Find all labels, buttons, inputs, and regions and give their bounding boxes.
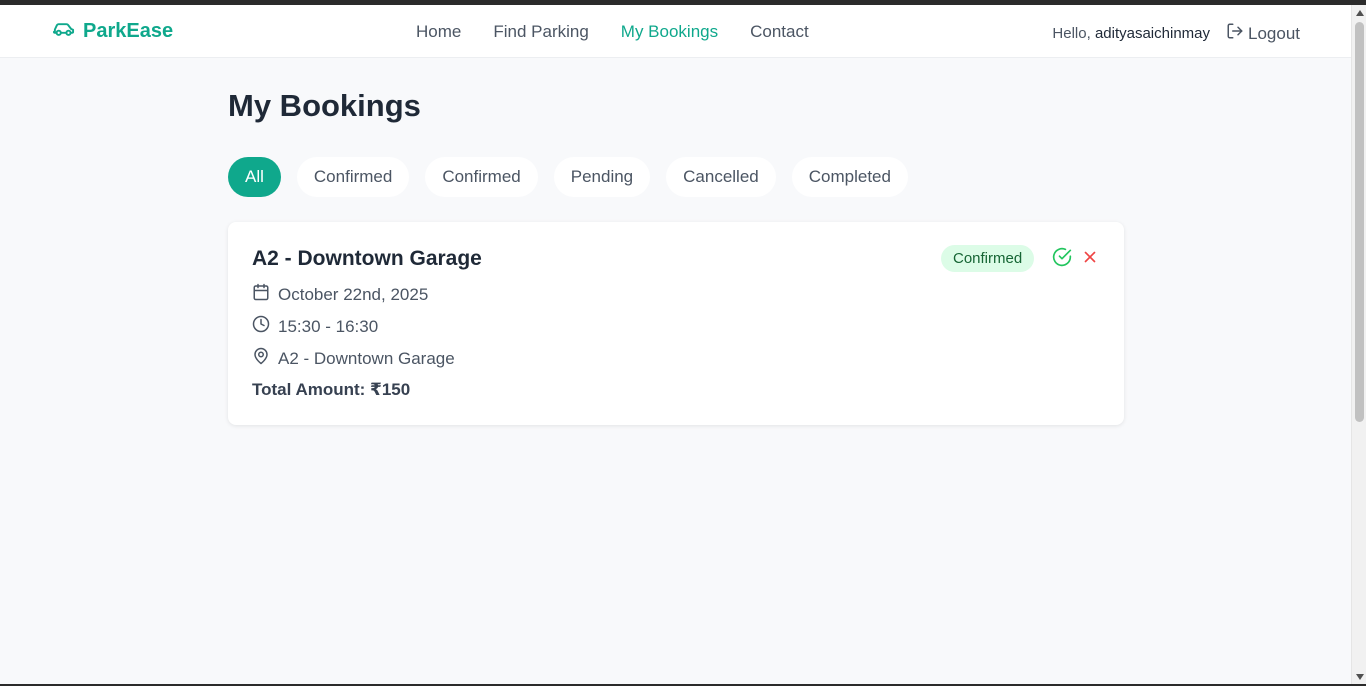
filter-all[interactable]: All xyxy=(228,157,281,197)
booking-card: A2 - Downtown Garage October 22nd, 2025 … xyxy=(228,222,1124,425)
navbar: ParkEase Home Find Parking My Bookings C… xyxy=(0,5,1351,58)
status-badge: Confirmed xyxy=(941,245,1035,272)
booking-filters: All Confirmed Confirmed Pending Cancelle… xyxy=(228,157,908,197)
username: adityasaichinmay xyxy=(1094,25,1210,42)
filter-confirmed[interactable]: Confirmed xyxy=(296,157,410,197)
greeting-prefix: Hello, xyxy=(1052,25,1091,42)
scroll-up-arrow-icon[interactable] xyxy=(1352,5,1366,20)
booking-title: A2 - Downtown Garage xyxy=(252,247,482,270)
booking-date: October 22nd, 2025 xyxy=(278,284,429,304)
booking-location: A2 - Downtown Garage xyxy=(278,348,455,368)
brand-logo[interactable]: ParkEase xyxy=(52,20,173,43)
booking-date-row: October 22nd, 2025 xyxy=(252,283,428,306)
user-area: Hello, adityasaichinmay Logout xyxy=(1052,22,1300,45)
x-icon xyxy=(1081,248,1099,271)
nav-link-home[interactable]: Home xyxy=(416,22,461,42)
scrollbar-thumb[interactable] xyxy=(1355,22,1364,422)
booking-location-row: A2 - Downtown Garage xyxy=(252,347,455,370)
filter-confirmed-2[interactable]: Confirmed xyxy=(425,157,538,197)
filter-completed[interactable]: Completed xyxy=(791,157,908,197)
page-scrollbar[interactable] xyxy=(1351,5,1366,684)
cancel-booking-button[interactable] xyxy=(1079,248,1101,270)
nav-link-find-parking[interactable]: Find Parking xyxy=(493,22,588,42)
nav-link-contact[interactable]: Contact xyxy=(750,22,809,42)
calendar-icon xyxy=(252,283,270,306)
nav-link-my-bookings[interactable]: My Bookings xyxy=(621,22,718,42)
main-nav: Home Find Parking My Bookings Contact xyxy=(416,22,809,42)
map-pin-icon xyxy=(252,347,270,370)
check-circle-icon xyxy=(1052,247,1072,272)
filter-pending[interactable]: Pending xyxy=(553,157,651,197)
logout-icon xyxy=(1226,22,1244,45)
clock-icon xyxy=(252,315,270,338)
confirm-booking-button[interactable] xyxy=(1051,247,1073,272)
booking-time-row: 15:30 - 16:30 xyxy=(252,315,378,338)
booking-time: 15:30 - 16:30 xyxy=(278,316,379,336)
logout-label: Logout xyxy=(1248,23,1300,43)
car-icon xyxy=(52,21,75,42)
filter-cancelled[interactable]: Cancelled xyxy=(666,157,776,197)
logout-button[interactable]: Logout xyxy=(1226,22,1300,45)
scroll-down-arrow-icon[interactable] xyxy=(1352,669,1366,684)
brand-name: ParkEase xyxy=(83,20,174,42)
booking-total: Total Amount: ₹150 xyxy=(252,380,411,399)
user-greeting: Hello, adityasaichinmay xyxy=(1052,25,1210,42)
page-title: My Bookings xyxy=(228,88,421,123)
